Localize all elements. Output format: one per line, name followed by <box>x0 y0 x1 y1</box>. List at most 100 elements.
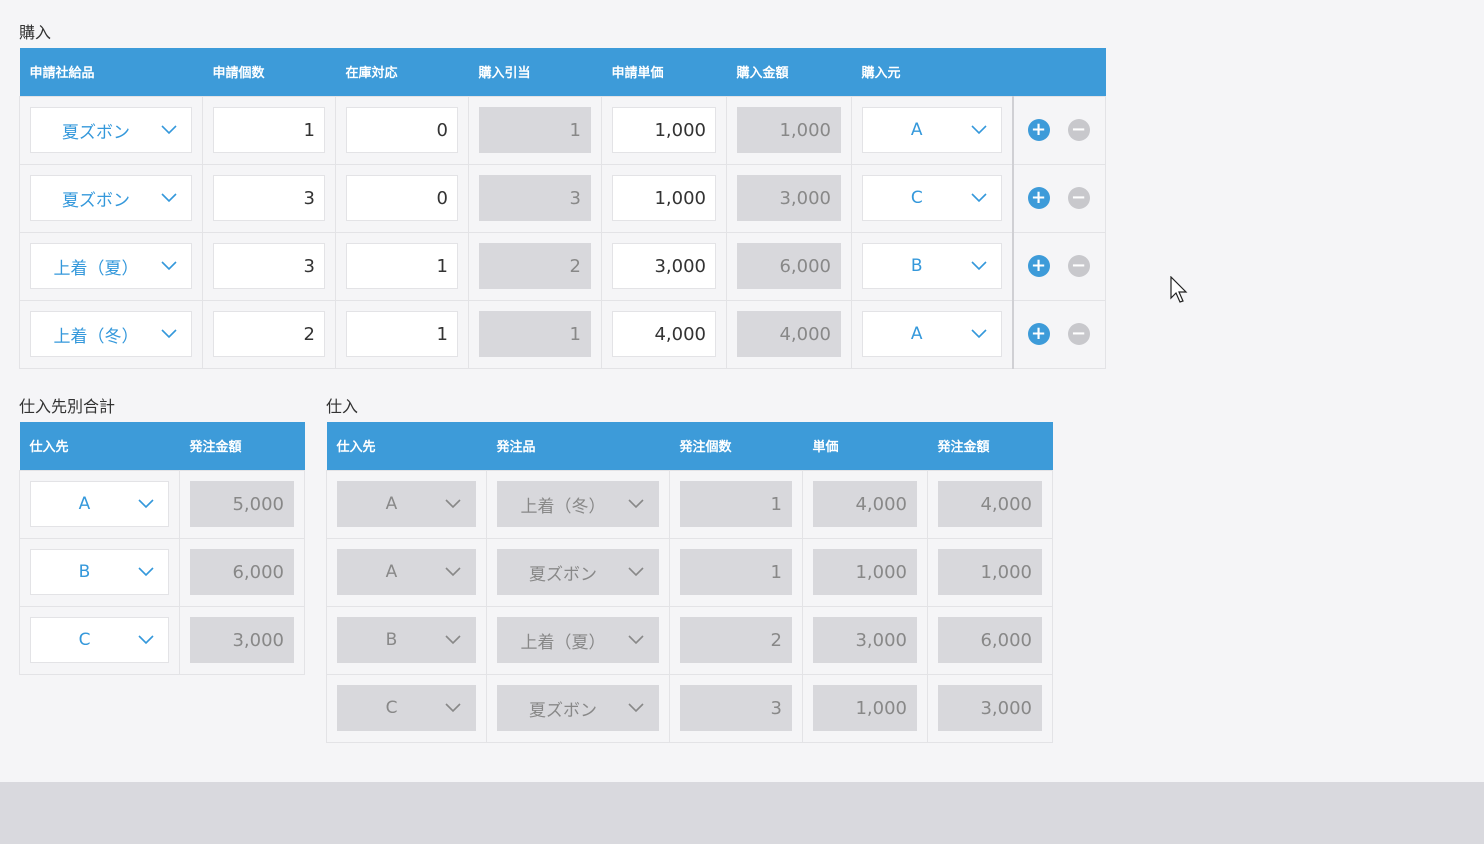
table-cell: 4,000 <box>601 299 727 369</box>
chevron-down-icon[interactable] <box>161 190 177 206</box>
item-select[interactable]: 夏ズボン <box>30 175 192 221</box>
table-cell: 夏ズボン <box>486 673 670 743</box>
item-select-value: 夏ズボン <box>62 122 130 143</box>
col-header-vendor: 仕入先 <box>19 422 180 470</box>
price-input[interactable]: 1,000 <box>612 175 716 221</box>
table-cell: 1 <box>335 231 469 301</box>
order-item-select-value: 上着（冬） <box>520 496 606 517</box>
table-cell: 1 <box>468 95 602 165</box>
alloc-field: 2 <box>479 243 591 289</box>
item-select[interactable]: 上着（夏） <box>30 243 192 289</box>
vendor-select-value: A <box>385 562 398 582</box>
vendor-select-value: C <box>78 630 91 650</box>
chevron-down-icon[interactable] <box>970 326 987 342</box>
table-cell: 1,000 <box>927 537 1053 607</box>
chevron-down-icon[interactable] <box>161 326 177 342</box>
table-cell: 1,000 <box>726 95 852 165</box>
table-row: A 夏ズボン 1 1,000 1,000 <box>326 537 1053 607</box>
chevron-down-icon[interactable] <box>970 190 987 206</box>
price-input[interactable]: 1,000 <box>612 107 716 153</box>
vendor-select[interactable]: C <box>30 617 169 663</box>
col-header-item: 申請社給品 <box>19 48 203 96</box>
table-cell: B <box>851 231 1013 301</box>
vendor-select[interactable]: A <box>862 107 1002 153</box>
table-row: 夏ズボン 1 0 1 1,000 1,000 A + − <box>19 95 1106 165</box>
table-cell: 3,000 <box>726 163 852 233</box>
table-cell: 3 <box>468 163 602 233</box>
price-input[interactable]: 3,000 <box>612 243 716 289</box>
vendor-select-value: B <box>78 562 91 582</box>
table-cell: 0 <box>335 163 469 233</box>
stock-input[interactable]: 1 <box>346 243 458 289</box>
table-row: 夏ズボン 3 0 3 1,000 3,000 C + − <box>19 163 1106 233</box>
remove-row-button[interactable]: − <box>1067 187 1090 209</box>
item-select-value: 夏ズボン <box>62 190 130 211</box>
order-item-select-value: 夏ズボン <box>529 700 597 721</box>
vendor-select[interactable]: A <box>30 481 169 527</box>
footer-band <box>0 782 1484 844</box>
chevron-down-icon[interactable] <box>138 496 154 512</box>
amount-field: 1,000 <box>737 107 841 153</box>
stock-input[interactable]: 0 <box>346 107 458 153</box>
order-item-select-value: 夏ズボン <box>529 564 597 585</box>
qty-input[interactable]: 3 <box>213 243 325 289</box>
unit-price-field: 4,000 <box>813 481 917 527</box>
vendor-select-value: A <box>385 494 398 514</box>
alloc-field: 1 <box>479 107 591 153</box>
table-cell: 2 <box>669 605 803 675</box>
item-select[interactable]: 夏ズボン <box>30 107 192 153</box>
order-item-select-value: 上着（夏） <box>520 632 606 653</box>
order-item-select: 上着（夏） <box>497 617 659 663</box>
unit-price-field: 1,000 <box>813 549 917 595</box>
table-cell: 6,000 <box>927 605 1053 675</box>
item-select[interactable]: 上着（冬） <box>30 311 192 357</box>
remove-row-button[interactable]: − <box>1067 255 1090 277</box>
col-header-order-amount: 発注金額 <box>179 422 305 470</box>
table-cell: 4,000 <box>726 299 852 369</box>
table-cell: 上着（冬） <box>486 469 670 539</box>
vendor-select[interactable]: B <box>30 549 169 595</box>
chevron-down-icon[interactable] <box>970 122 987 138</box>
qty-input[interactable]: 2 <box>213 311 325 357</box>
add-row-button[interactable]: + <box>1027 323 1050 345</box>
table-row: B 6,000 <box>19 537 305 607</box>
table-cell: 2 <box>202 299 336 369</box>
add-row-button[interactable]: + <box>1027 255 1050 277</box>
chevron-down-icon <box>628 632 644 648</box>
add-row-button[interactable]: + <box>1027 187 1050 209</box>
vendor-select: A <box>337 481 476 527</box>
order-amount-field: 5,000 <box>190 481 294 527</box>
col-header-vendor: 仕入先 <box>326 422 487 470</box>
chevron-down-icon[interactable] <box>161 258 177 274</box>
chevron-down-icon[interactable] <box>161 122 177 138</box>
vendor-select[interactable]: C <box>862 175 1002 221</box>
vendor-select-value: A <box>910 324 923 344</box>
chevron-down-icon <box>445 700 461 716</box>
chevron-down-icon[interactable] <box>138 564 154 580</box>
add-row-button[interactable]: + <box>1027 119 1050 141</box>
remove-row-button[interactable]: − <box>1067 119 1090 141</box>
chevron-down-icon[interactable] <box>970 258 987 274</box>
order-qty-field: 3 <box>680 685 792 731</box>
stock-input[interactable]: 1 <box>346 311 458 357</box>
chevron-down-icon[interactable] <box>138 632 154 648</box>
qty-input[interactable]: 1 <box>213 107 325 153</box>
vendor-select[interactable]: B <box>862 243 1002 289</box>
table-cell: 夏ズボン <box>19 163 203 233</box>
vendor-select[interactable]: A <box>862 311 1002 357</box>
unit-price-field: 1,000 <box>813 685 917 731</box>
stock-input[interactable]: 0 <box>346 175 458 221</box>
chevron-down-icon <box>628 564 644 580</box>
qty-input[interactable]: 3 <box>213 175 325 221</box>
remove-row-button[interactable]: − <box>1067 323 1090 345</box>
col-header-order-amount: 発注金額 <box>927 422 1053 470</box>
alloc-field: 3 <box>479 175 591 221</box>
chevron-down-icon <box>445 632 461 648</box>
col-header-order-qty: 発注個数 <box>669 422 803 470</box>
table-cell: 3,000 <box>179 605 305 675</box>
price-input[interactable]: 4,000 <box>612 311 716 357</box>
table-row: C 3,000 <box>19 605 305 675</box>
order-amount-field: 1,000 <box>938 549 1042 595</box>
table-cell: 1 <box>335 299 469 369</box>
table-cell: 上着（冬） <box>19 299 203 369</box>
